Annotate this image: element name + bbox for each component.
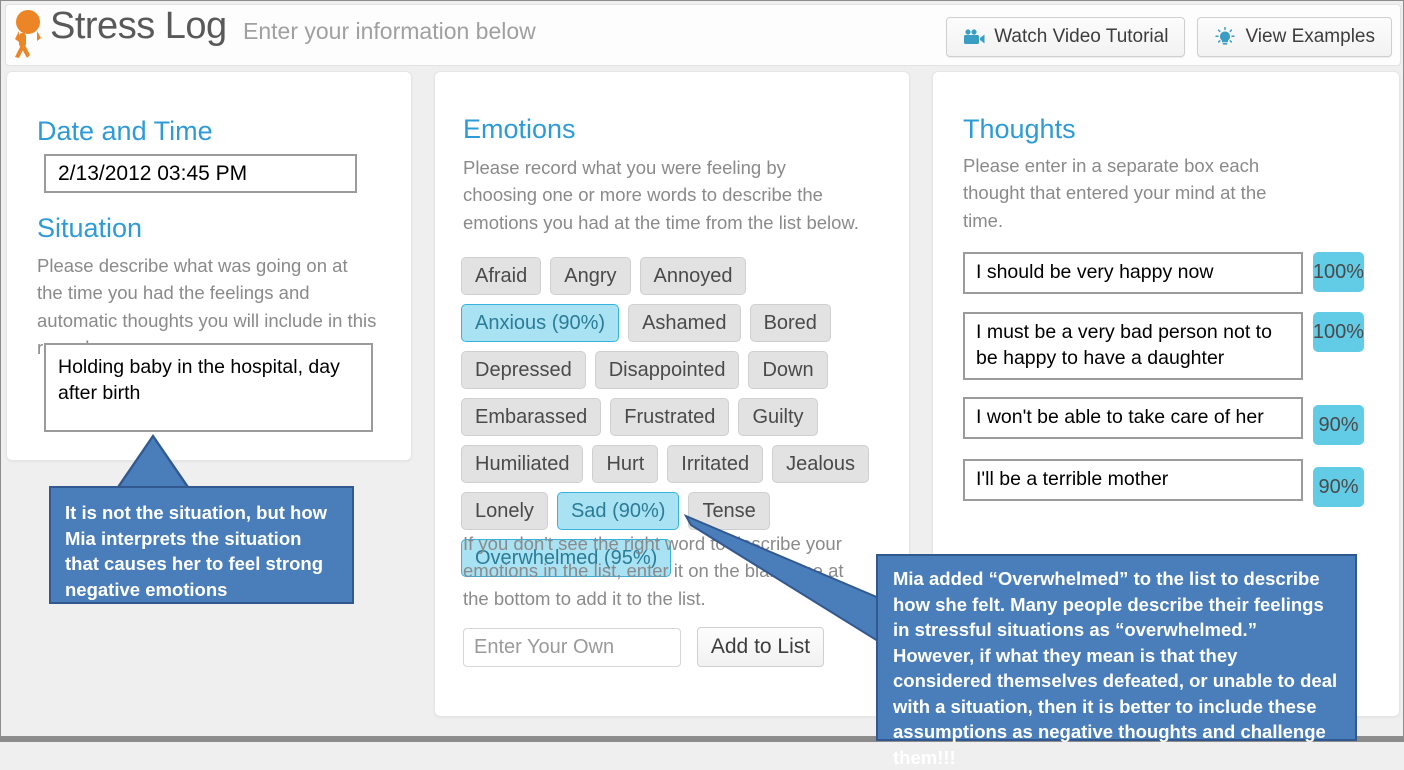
- emotion-tag[interactable]: Down: [748, 351, 828, 389]
- add-emotion-row: Add to List: [463, 627, 824, 667]
- watch-video-tutorial-button[interactable]: Watch Video Tutorial: [946, 17, 1186, 57]
- situation-title: Situation: [37, 213, 143, 243]
- date-situation-panel: Date and Time 2/13/2012 03:45 PM Situati…: [6, 71, 412, 461]
- emotion-tag-label: Sad (90%): [570, 499, 666, 522]
- emotion-tag-label: Depressed: [475, 358, 572, 381]
- emotions-help-text: Please record what you were feeling by c…: [463, 157, 859, 233]
- lightbulb-icon: [1214, 27, 1236, 47]
- stress-figure-icon: [6, 9, 46, 59]
- thought-belief-percent[interactable]: 100%: [1313, 312, 1364, 352]
- emotion-tag[interactable]: Angry: [550, 257, 631, 295]
- emotion-tag-label: Ashamed: [642, 311, 727, 334]
- thought-input[interactable]: I'll be a terrible mother: [963, 459, 1303, 501]
- emotions-help-text-2: If you don't see the right word to descr…: [463, 533, 844, 609]
- thought-belief-percent[interactable]: 90%: [1313, 405, 1364, 445]
- thought-input[interactable]: I won't be able to take care of her: [963, 397, 1303, 439]
- emotion-tag-label: Guilty: [752, 405, 804, 428]
- thought-belief-percent[interactable]: 90%: [1313, 467, 1364, 507]
- left-callout-tail: [119, 438, 187, 488]
- date-and-time-title: Date and Time: [37, 116, 213, 146]
- header-actions: Watch Video Tutorial View Examples: [946, 17, 1392, 57]
- emotion-tag-label: Tense: [702, 499, 756, 522]
- thought-input[interactable]: I should be very happy now: [963, 252, 1303, 294]
- emotion-tag-label: Anxious (90%): [475, 311, 606, 334]
- emotion-tag-label: Angry: [564, 264, 617, 287]
- emotion-tag[interactable]: Anxious (90%): [461, 304, 620, 342]
- emotions-panel: Emotions Please record what you were fee…: [434, 71, 910, 717]
- emotion-tag[interactable]: Hurt: [592, 445, 659, 483]
- emotion-tag-list: Afraid Angry Annoyed Anxious (90%) Ashamed Bo…: [461, 257, 881, 577]
- emotion-tag[interactable]: Frustrated: [610, 398, 730, 436]
- emotion-tag[interactable]: Humiliated: [461, 445, 584, 483]
- emotion-tag[interactable]: Tense: [688, 492, 770, 530]
- add-to-list-button[interactable]: Add to List: [697, 627, 824, 667]
- thought-input[interactable]: I must be a very bad person not to be ha…: [963, 312, 1303, 380]
- emotion-tag[interactable]: Bored: [749, 304, 831, 342]
- thought-belief-percent[interactable]: 100%: [1313, 252, 1364, 292]
- emotions-title: Emotions: [463, 114, 576, 144]
- emotion-tag-label: Jealous: [786, 452, 856, 475]
- app-subtitle: Enter your information below: [243, 18, 536, 44]
- emotion-tag[interactable]: Disappointed: [594, 351, 740, 389]
- emotion-tag-label: Down: [762, 358, 814, 381]
- emotion-tag[interactable]: Annoyed: [639, 257, 747, 295]
- emotion-tag-label: Disappointed: [608, 358, 726, 381]
- view-examples-button[interactable]: View Examples: [1197, 17, 1392, 57]
- thought-row: I won't be able to take care of her 90%: [963, 397, 1364, 445]
- left-annotation-callout: It is not the situation, but how Mia int…: [49, 486, 354, 604]
- emotion-tag[interactable]: Sad (90%): [556, 492, 680, 530]
- app-title: Stress Log: [50, 5, 227, 47]
- emotion-tag-label: Afraid: [475, 264, 528, 287]
- emotion-tag-label: Bored: [763, 311, 817, 334]
- emotion-tag-label: Lonely: [475, 499, 534, 522]
- emotion-tag-label: Embarassed: [475, 405, 588, 428]
- emotion-tag-label: Irritated: [681, 452, 750, 475]
- emotion-tag-label: Humiliated: [475, 452, 570, 475]
- watch-video-tutorial-label: Watch Video Tutorial: [994, 26, 1169, 47]
- app-header: Stress Log Enter your information below …: [5, 4, 1401, 66]
- thoughts-help-text: Please enter in a separate box each thou…: [963, 155, 1267, 231]
- emotion-tag[interactable]: Ashamed: [628, 304, 741, 342]
- emotion-tag[interactable]: Depressed: [461, 351, 586, 389]
- emotion-tag[interactable]: Afraid: [461, 257, 542, 295]
- emotion-tag-label: Hurt: [606, 452, 645, 475]
- right-annotation-callout: Mia added “Overwhelmed” to the list to d…: [876, 554, 1357, 768]
- emotion-tag-label: Frustrated: [624, 405, 716, 428]
- video-camera-icon: [963, 29, 985, 45]
- thought-row: I should be very happy now 100%: [963, 252, 1364, 294]
- emotion-tag[interactable]: Embarassed: [461, 398, 602, 436]
- thoughts-title: Thoughts: [963, 114, 1076, 144]
- thought-row: I must be a very bad person not to be ha…: [963, 312, 1364, 380]
- view-examples-label: View Examples: [1245, 26, 1375, 47]
- emotion-tag[interactable]: Jealous: [772, 445, 870, 483]
- situation-textarea[interactable]: Holding baby in the hospital, day after …: [44, 343, 373, 432]
- emotion-tag-label: Annoyed: [653, 264, 733, 287]
- datetime-input[interactable]: 2/13/2012 03:45 PM: [44, 154, 357, 193]
- emotion-tag[interactable]: Lonely: [461, 492, 548, 530]
- emotion-tag[interactable]: Guilty: [738, 398, 818, 436]
- stress-log-app: Stress Log Enter your information below …: [0, 0, 1404, 768]
- thought-row: I'll be a terrible mother 90%: [963, 459, 1364, 507]
- emotion-tag[interactable]: Irritated: [667, 445, 764, 483]
- enter-your-own-input[interactable]: [463, 627, 681, 667]
